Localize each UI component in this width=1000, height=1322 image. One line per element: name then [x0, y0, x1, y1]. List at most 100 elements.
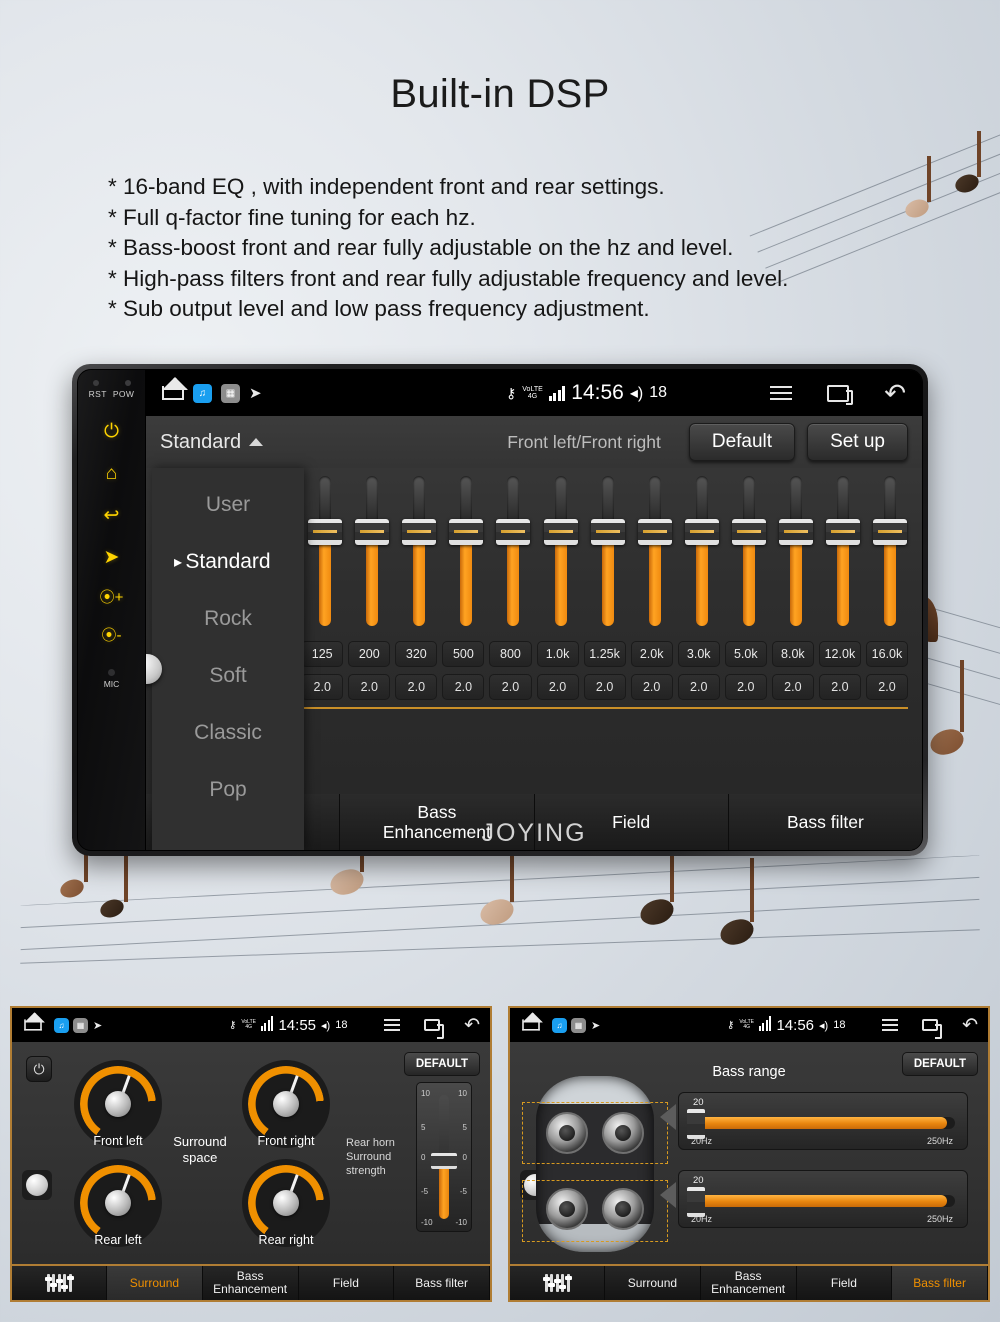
gallery-app-icon[interactable]: ▦ — [221, 383, 240, 403]
rear-selection-box[interactable] — [522, 1180, 668, 1242]
eq-band-slider[interactable] — [396, 476, 443, 634]
preset-option-rock[interactable]: Rock — [152, 590, 304, 647]
eq-frequency-cell[interactable]: 125 — [301, 641, 344, 667]
bottom-tab[interactable]: Bass filter — [892, 1266, 988, 1300]
eq-qfactor-cell[interactable]: 2.0 — [442, 674, 485, 700]
preset-option-classic[interactable]: Classic — [152, 704, 304, 761]
eq-qfactor-cell[interactable]: 2.0 — [348, 674, 391, 700]
bottom-tab[interactable]: Surround — [107, 1266, 203, 1300]
eq-band-slider[interactable] — [584, 476, 631, 634]
eq-band-slider[interactable] — [537, 476, 584, 634]
bottom-tab[interactable]: Field — [299, 1266, 395, 1300]
eq-tab-icon[interactable] — [510, 1266, 605, 1300]
home-icon[interactable] — [522, 1019, 540, 1031]
send-icon[interactable]: ➤ — [591, 1019, 600, 1032]
bottom-tab[interactable]: Surround — [605, 1266, 701, 1300]
eq-frequency-cell[interactable]: 8.0k — [771, 641, 814, 667]
eq-qfactor-cell[interactable]: 2.0 — [771, 674, 814, 700]
eq-band-slider[interactable] — [820, 476, 867, 634]
eq-frequency-cell[interactable]: 500 — [442, 641, 485, 667]
preset-dropdown-menu[interactable]: UserStandardRockSoftClassicPop — [152, 468, 304, 850]
eq-frequency-cell[interactable]: 1.0k — [536, 641, 579, 667]
slider-track[interactable] — [691, 1117, 955, 1129]
gallery-app-icon[interactable]: ▦ — [73, 1017, 88, 1033]
eq-tab-icon[interactable] — [12, 1266, 107, 1300]
eq-qfactor-cell[interactable]: 2.0 — [301, 674, 344, 700]
eq-band-slider[interactable] — [490, 476, 537, 634]
slider-handle[interactable] — [687, 1109, 705, 1139]
home-icon[interactable] — [162, 386, 184, 400]
eq-frequency-cell[interactable]: 1.25k — [583, 641, 626, 667]
eq-qfactor-cell[interactable]: 2.0 — [677, 674, 720, 700]
slider-track[interactable] — [691, 1195, 955, 1207]
eq-band-slider[interactable] — [349, 476, 396, 634]
home-icon[interactable]: ⌂ — [106, 464, 117, 483]
bass-range-slider-rear[interactable]: 20 20Hz 250Hz — [678, 1170, 968, 1228]
dial-rear-right[interactable]: Rear right — [242, 1159, 330, 1247]
volume-down-icon[interactable]: ⦿- — [102, 628, 122, 643]
dial-front-right[interactable]: Front right — [242, 1060, 330, 1148]
home-icon[interactable] — [24, 1019, 42, 1031]
eq-frequency-cell[interactable]: 16.0k — [865, 641, 908, 667]
bottom-tab[interactable]: Field — [797, 1266, 893, 1300]
slider-track[interactable] — [431, 1095, 457, 1219]
send-icon[interactable]: ➤ — [93, 1019, 102, 1032]
volume-up-icon[interactable]: ⦿+ — [100, 590, 124, 605]
eq-band-slider[interactable] — [773, 476, 820, 634]
preset-option-pop[interactable]: Pop — [152, 761, 304, 818]
recents-icon[interactable] — [922, 1019, 943, 1039]
eq-qfactor-cell[interactable]: 2.0 — [865, 674, 908, 700]
send-icon[interactable]: ➤ — [249, 384, 262, 402]
eq-band-slider[interactable] — [678, 476, 725, 634]
eq-qfactor-cell[interactable]: 2.0 — [489, 674, 532, 700]
eq-band-slider[interactable] — [867, 476, 914, 634]
recents-icon[interactable] — [827, 384, 854, 405]
back-icon[interactable]: ↶ — [962, 1016, 978, 1035]
preset-option-soft[interactable]: Soft — [152, 647, 304, 704]
default-button[interactable]: Default — [688, 423, 796, 461]
recents-icon[interactable] — [424, 1019, 445, 1039]
eq-qfactor-cell[interactable]: 2.0 — [395, 674, 438, 700]
car-speaker-diagram[interactable] — [522, 1076, 668, 1252]
menu-icon[interactable] — [770, 382, 793, 404]
eq-band-slider[interactable] — [443, 476, 490, 634]
default-button[interactable]: DEFAULT — [403, 1052, 480, 1076]
gallery-app-icon[interactable]: ▦ — [571, 1017, 586, 1033]
back-icon[interactable]: ↩ — [104, 506, 120, 525]
power-icon[interactable]: ⏻ — [104, 422, 119, 441]
menu-icon[interactable] — [384, 1016, 401, 1034]
eq-qfactor-cell[interactable]: 2.0 — [583, 674, 626, 700]
eq-qfactor-cell[interactable]: 2.0 — [818, 674, 861, 700]
preset-option-user[interactable]: User — [152, 476, 304, 533]
bottom-tab[interactable]: Bass filter — [394, 1266, 490, 1300]
dial-front-left[interactable]: Front left — [74, 1060, 162, 1148]
touchscreen[interactable]: ♫ ▦ ➤ ⚷ VoLTE 4G 14:56 ◂) 18 ↶ Standard … — [146, 370, 922, 850]
power-button[interactable]: ⏻ — [26, 1056, 52, 1082]
bottom-tab[interactable]: Bass Enhancement — [701, 1266, 797, 1300]
eq-frequency-cell[interactable]: 200 — [348, 641, 391, 667]
menu-icon[interactable] — [882, 1016, 899, 1034]
slider-handle[interactable] — [687, 1187, 705, 1217]
eq-qfactor-cell[interactable]: 2.0 — [536, 674, 579, 700]
rear-horn-strength-slider[interactable]: 10 10 5 5 0 0 -5 -5 -10 -10 — [416, 1082, 472, 1232]
music-app-icon[interactable]: ♫ — [193, 383, 212, 403]
preset-dropdown-trigger[interactable]: Standard — [160, 431, 310, 454]
setup-button[interactable]: Set up — [807, 423, 908, 461]
front-selection-box[interactable] — [522, 1102, 668, 1164]
back-icon[interactable]: ↶ — [464, 1016, 480, 1035]
bottom-tab[interactable]: Bass Enhancement — [203, 1266, 299, 1300]
bottom-tab-bar[interactable]: Surround Bass Enhancement Field Bass filter — [510, 1264, 988, 1300]
rotary-knob[interactable] — [22, 1170, 52, 1200]
eq-frequency-cell[interactable]: 800 — [489, 641, 532, 667]
eq-band-slider[interactable] — [631, 476, 678, 634]
eq-qfactor-cell[interactable]: 2.0 — [724, 674, 767, 700]
eq-band-slider[interactable] — [726, 476, 773, 634]
bottom-tab-bar[interactable]: Surround Bass Enhancement Field Bass filter — [12, 1264, 490, 1300]
preset-option-standard[interactable]: Standard — [152, 533, 304, 590]
eq-frequency-cell[interactable]: 3.0k — [677, 641, 720, 667]
eq-frequency-cell[interactable]: 5.0k — [724, 641, 767, 667]
music-app-icon[interactable]: ♫ — [54, 1017, 69, 1033]
back-icon[interactable]: ↶ — [884, 380, 906, 406]
music-app-icon[interactable]: ♫ — [552, 1017, 567, 1033]
eq-qfactor-cell[interactable]: 2.0 — [630, 674, 673, 700]
